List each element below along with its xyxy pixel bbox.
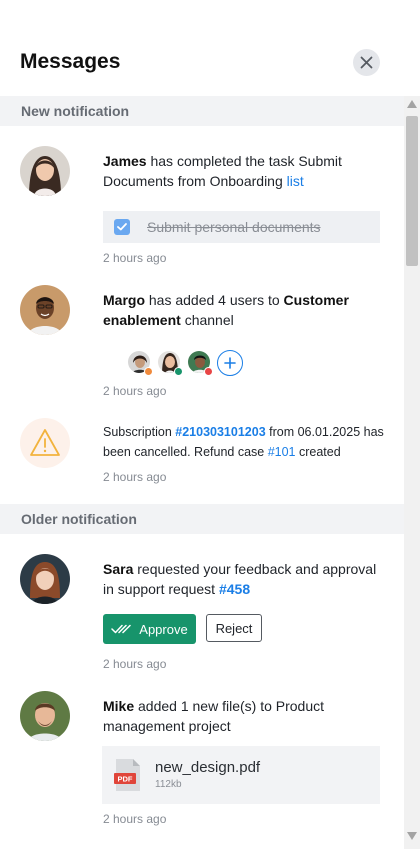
timestamp: 2 hours ago (103, 470, 167, 484)
user-name: Margo (103, 292, 145, 308)
notification-text-subscription: Subscription #210303101203 from 06.01.20… (103, 422, 388, 462)
pdf-file-icon: PDF (114, 759, 140, 791)
section-label: New notification (21, 103, 130, 119)
file-attachment[interactable]: PDF new_design.pdf 112kb (102, 746, 380, 804)
file-name: new_design.pdf (155, 759, 261, 776)
notification-body: Subscription (103, 425, 176, 439)
avatar-mike (20, 691, 70, 741)
subscription-link[interactable]: #210303101203 (175, 425, 265, 439)
double-check-icon (111, 624, 132, 634)
status-dot (174, 367, 183, 376)
approve-button[interactable]: Approve (103, 614, 196, 644)
notification-text-mike: Mike added 1 new file(s) to Product mana… (103, 696, 388, 736)
user-name: Sara (103, 561, 134, 577)
timestamp: 2 hours ago (103, 251, 167, 265)
task-checkbox[interactable] (114, 219, 130, 235)
notification-body: added 1 new file(s) to Product managemen… (103, 698, 325, 734)
avatar-sara (20, 554, 70, 604)
svg-text:PDF: PDF (118, 775, 133, 784)
checkmark-icon (117, 223, 127, 231)
panel-title: Messages (20, 50, 121, 73)
list-link[interactable]: list (287, 173, 304, 189)
status-dot (144, 367, 153, 376)
status-dot (204, 367, 213, 376)
timestamp: 2 hours ago (103, 657, 167, 671)
section-header-older: Older notification (0, 504, 404, 534)
scrollbar[interactable] (404, 96, 420, 849)
notification-body: created (295, 445, 341, 459)
plus-icon (224, 357, 236, 369)
section-label: Older notification (21, 511, 137, 527)
panel-header: Messages (0, 0, 404, 96)
notification-text-james: James has completed the task Submit Docu… (103, 151, 388, 191)
refund-case-link[interactable]: #101 (268, 445, 296, 459)
scroll-down-arrow-icon[interactable] (407, 832, 417, 840)
timestamp: 2 hours ago (103, 812, 167, 826)
warning-icon (30, 429, 60, 456)
approve-label: Approve (139, 621, 188, 637)
notification-text-sara: Sara requested your feedback and approva… (103, 559, 388, 599)
timestamp: 2 hours ago (103, 384, 167, 398)
add-user-button[interactable] (217, 350, 243, 376)
close-button[interactable] (353, 49, 380, 76)
warning-badge (20, 418, 70, 468)
section-header-new: New notification (0, 96, 404, 126)
scroll-thumb[interactable] (406, 116, 418, 266)
reject-label: Reject (215, 620, 253, 636)
notification-body: channel (180, 312, 234, 328)
notification-body: has added 4 users to (145, 292, 284, 308)
reject-button[interactable]: Reject (206, 614, 262, 642)
avatar-james (20, 146, 70, 196)
avatar-margo (20, 285, 70, 335)
scroll-up-arrow-icon[interactable] (407, 100, 417, 108)
user-name: Mike (103, 698, 135, 714)
task-label: Submit personal documents (147, 219, 321, 235)
file-size: 112kb (155, 779, 182, 790)
messages-panel: Messages New notification James has comp… (0, 0, 404, 849)
close-icon (360, 56, 373, 69)
support-request-link[interactable]: #458 (219, 581, 250, 597)
task-item: Submit personal documents (103, 211, 380, 243)
user-name: James (103, 153, 147, 169)
notification-text-margo: Margo has added 4 users to Customer enab… (103, 290, 388, 330)
